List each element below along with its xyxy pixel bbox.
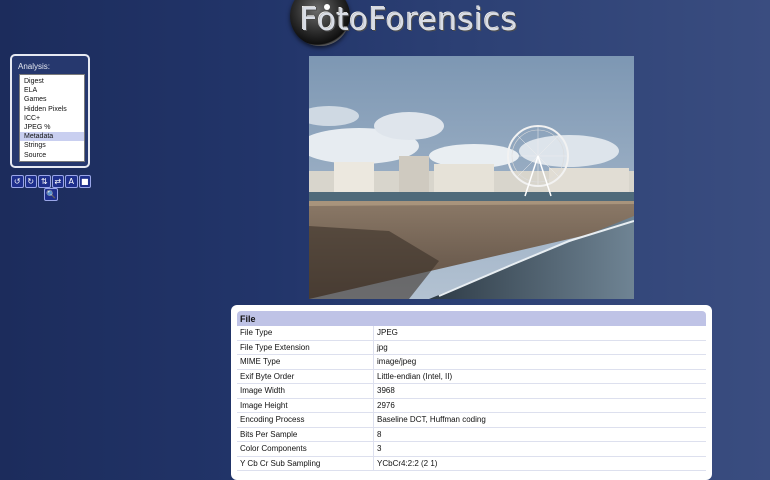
metadata-table: File File Type JPEG File Type Extension jpg…: [231, 305, 712, 480]
metadata-key: Encoding Process: [237, 412, 374, 428]
metadata-value: image/jpeg: [373, 354, 706, 370]
table-row: File Type JPEG: [237, 326, 706, 341]
image-toolbar: ↺ ↻ ⇅ ⇄ A ■ 🔍: [11, 175, 91, 201]
fotoforensics-logo[interactable]: FotoForensics: [290, 0, 580, 46]
table-row: File Type Extension jpg: [237, 340, 706, 355]
metadata-key: Image Width: [237, 383, 374, 399]
table-row: Bits Per Sample 8: [237, 427, 706, 442]
metadata-key: Y Cb Cr Sub Sampling: [237, 456, 374, 471]
rotate-left-icon[interactable]: ↺: [11, 175, 24, 188]
metadata-value: 3968: [373, 383, 706, 399]
analysis-panel: Analysis: Digest ELA Games Hidden Pixels ICC…: [10, 54, 90, 168]
metadata-key: MIME Type: [237, 354, 374, 370]
table-row: Image Height 2976: [237, 398, 706, 413]
section-header: File: [237, 311, 706, 326]
analysis-item-jpeg[interactable]: JPEG %: [20, 123, 84, 132]
zoom-icon[interactable]: 🔍: [44, 188, 58, 201]
metadata-value: 2976: [373, 398, 706, 413]
flip-vertical-icon[interactable]: ⇅: [38, 175, 51, 188]
analysis-item-strings[interactable]: Strings: [20, 141, 84, 150]
metadata-key: Bits Per Sample: [237, 427, 374, 442]
flip-horizontal-icon[interactable]: ⇄: [51, 175, 64, 188]
metadata-key: File Type: [237, 326, 374, 341]
analysis-label: Analysis:: [18, 62, 51, 71]
metadata-key: File Type Extension: [237, 340, 374, 355]
rotate-right-icon[interactable]: ↻: [24, 175, 37, 188]
analysis-item-digest[interactable]: Digest: [20, 77, 84, 86]
table-row: Y Cb Cr Sub Sampling YCbCr4:2:2 (2 1): [237, 456, 706, 471]
stop-icon[interactable]: ■: [78, 175, 91, 188]
metadata-key: Image Height: [237, 398, 374, 413]
analysis-item-icc[interactable]: ICC+: [20, 114, 84, 123]
metadata-value: Little-endian (Intel, II): [373, 369, 706, 384]
metadata-key: Color Components: [237, 441, 374, 457]
metadata-key: Exif Byte Order: [237, 369, 374, 384]
analysis-item-source[interactable]: Source: [20, 151, 84, 160]
table-row: Image Width 3968: [237, 383, 706, 399]
table-row: Exif Byte Order Little-endian (Intel, II): [237, 369, 706, 384]
analysis-list[interactable]: Digest ELA Games Hidden Pixels ICC+ JPEG % Met…: [19, 74, 85, 162]
analysis-item-hidden-pixels[interactable]: Hidden Pixels: [20, 105, 84, 114]
beach-photo-image: [309, 56, 634, 299]
metadata-value: 8: [373, 427, 706, 442]
table-row: Encoding Process Baseline DCT, Huffman co…: [237, 412, 706, 428]
metadata-value: YCbCr4:2:2 (2 1): [373, 456, 706, 471]
metadata-value: JPEG: [373, 326, 706, 341]
metadata-value: 3: [373, 441, 706, 457]
table-row: Color Components 3: [237, 441, 706, 457]
text-icon[interactable]: A: [65, 175, 78, 188]
table-row: MIME Type image/jpeg: [237, 354, 706, 370]
metadata-value: Baseline DCT, Huffman coding: [373, 412, 706, 428]
analysis-item-ela[interactable]: ELA: [20, 86, 84, 95]
logo-text: FotoForensics: [300, 2, 518, 38]
analyzed-photo: [309, 56, 634, 299]
metadata-value: jpg: [373, 340, 706, 355]
analysis-item-games[interactable]: Games: [20, 95, 84, 104]
analysis-item-metadata[interactable]: Metadata: [20, 132, 84, 142]
